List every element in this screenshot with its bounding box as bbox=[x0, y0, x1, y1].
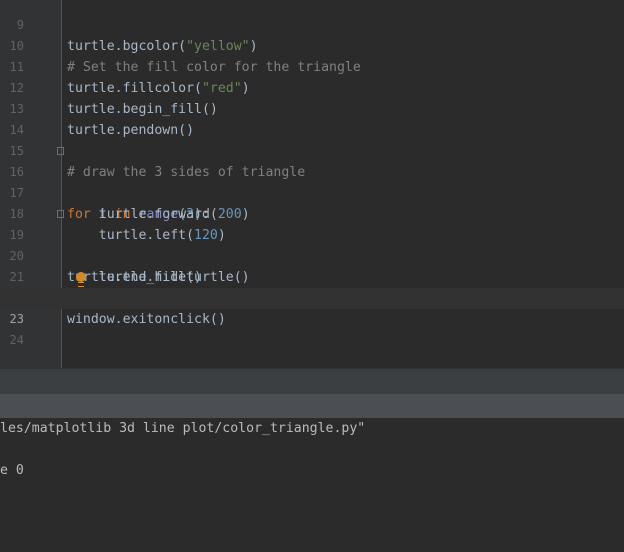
intention-bulb-icon[interactable] bbox=[76, 272, 86, 287]
fold-marker-icon[interactable] bbox=[57, 147, 64, 155]
code-line[interactable]: 24 bbox=[0, 309, 624, 347]
code-line[interactable]: 16 for i in range(3): bbox=[0, 141, 624, 222]
console-command-line: les/matplotlib 3d line plot/color_triang… bbox=[0, 421, 366, 436]
code-line[interactable]: 9 turtle.bgcolor("yellow") bbox=[0, 0, 624, 54]
run-console[interactable]: les/matplotlib 3d line plot/color_triang… bbox=[0, 418, 624, 552]
code-editor[interactable]: 9 turtle.bgcolor("yellow") 10 # Set the … bbox=[0, 0, 624, 368]
code-line[interactable]: 14 bbox=[0, 99, 624, 137]
code-line[interactable]: 12 turtle.begin_fill() bbox=[0, 57, 624, 117]
code-line[interactable]: 13 turtle.pendown() bbox=[0, 78, 624, 138]
code-line[interactable]: 17 turtle.forward(200) bbox=[0, 162, 624, 222]
code-line[interactable]: 21 bbox=[0, 246, 624, 284]
run-tool-window-header[interactable] bbox=[0, 394, 624, 418]
line-number: 24 bbox=[9, 333, 24, 347]
editor-status-strip bbox=[0, 368, 624, 394]
code-line[interactable]: 19 turtle.hideturtle() bbox=[0, 204, 624, 285]
console-exit-line: e 0 bbox=[0, 463, 24, 478]
fold-end-marker-icon[interactable] bbox=[57, 210, 64, 218]
code-line-current[interactable]: 23 bbox=[0, 288, 624, 326]
code-line[interactable]: 18 turtle.left(120) bbox=[0, 183, 624, 243]
code-line[interactable]: 22 window.exitonclick() bbox=[0, 267, 624, 327]
code-line[interactable]: 11 turtle.fillcolor("red") bbox=[0, 36, 624, 96]
code-line[interactable]: 10 # Set the fill color for the triangle bbox=[0, 15, 624, 75]
code-line[interactable]: 15 # draw the 3 sides of triangle bbox=[0, 120, 624, 180]
code-line[interactable]: 20 turtle.end_fill() bbox=[0, 225, 624, 285]
